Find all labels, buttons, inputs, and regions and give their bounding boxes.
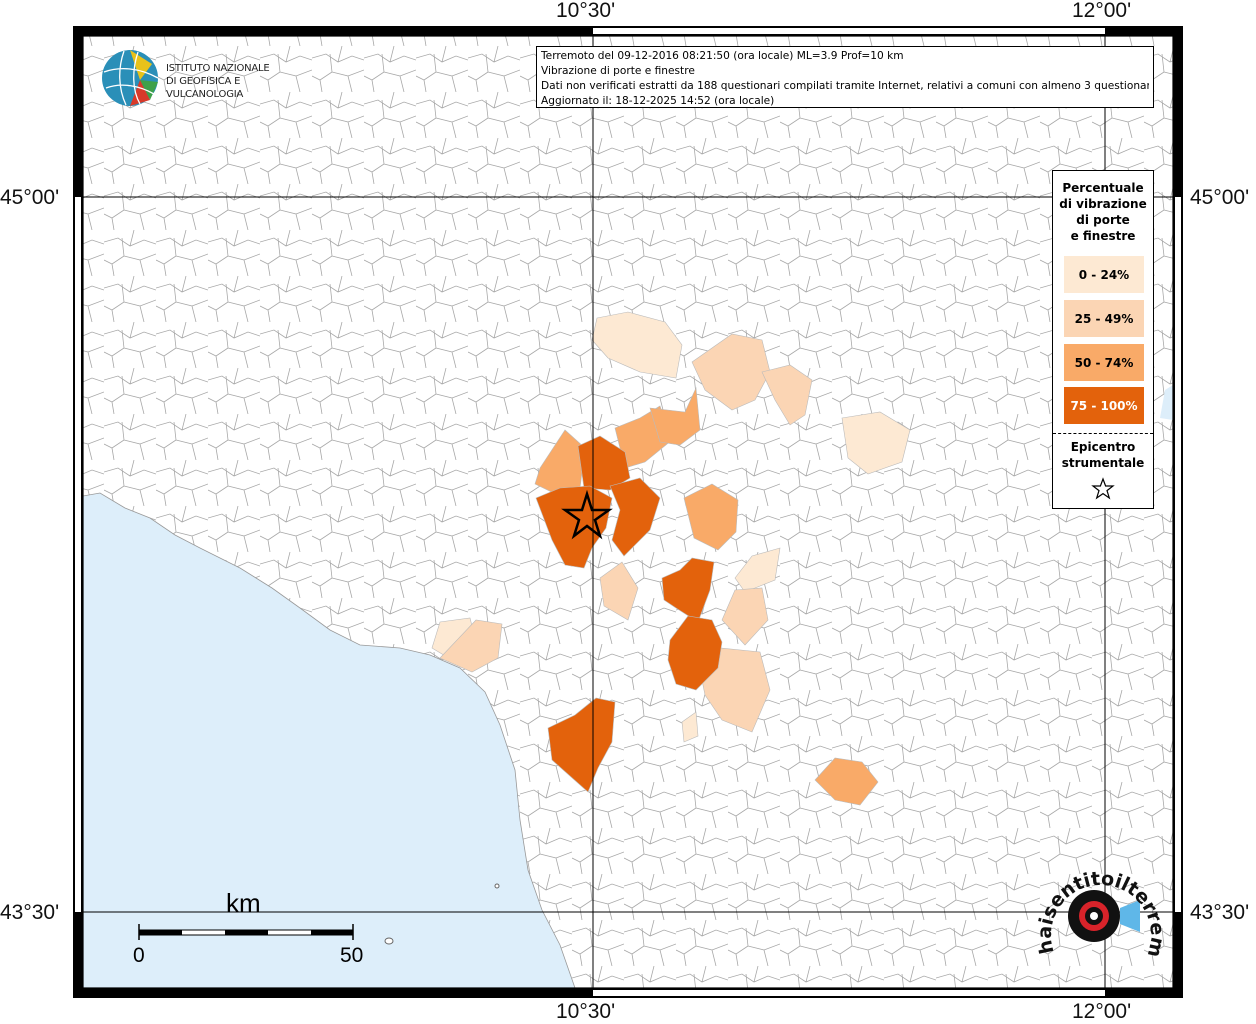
- left-lat-label: 43°30': [0, 901, 60, 924]
- legend-title: Percentuale di vibrazione di porte e fin…: [1059, 181, 1147, 243]
- data-note-line: Dati non verificati estratti da 188 ques…: [541, 80, 1149, 92]
- legend-class-label: 75 - 100%: [1070, 398, 1138, 413]
- right-lat-label: 43°30': [1190, 901, 1250, 924]
- legend-class-25-49: 25 - 49%: [1064, 300, 1144, 337]
- legend-epicenter-label: Epicentro strumentale: [1061, 440, 1145, 470]
- legend-class-75-100: 75 - 100%: [1064, 387, 1144, 424]
- left-lat-label: 45°00': [0, 186, 60, 209]
- logo-line-2: DI GEOFISICA E VULCANOLOGIA: [166, 76, 244, 100]
- bottom-lon-label: 12°00': [1072, 1000, 1132, 1023]
- logo-line-1: ISTITUTO NAZIONALE: [166, 63, 270, 74]
- updated-line: Aggiornato il: 18-12-2025 14:52 (ora loc…: [541, 95, 775, 107]
- star-icon: [1091, 477, 1115, 500]
- top-lon-label: 10°30': [556, 0, 616, 22]
- parameter-line: Vibrazione di porte e finestre: [541, 65, 695, 77]
- legend-class-label: 50 - 74%: [1074, 355, 1134, 370]
- legend-class-label: 25 - 49%: [1074, 311, 1134, 326]
- haisentito-logo: haisentitoilterremoto.it: [1036, 856, 1166, 959]
- legend-class-50-74: 50 - 74%: [1064, 344, 1144, 381]
- scale-end-label: 50: [340, 944, 364, 967]
- bottom-lon-label: 10°30': [556, 1000, 616, 1023]
- legend-class-0-24: 0 - 24%: [1064, 256, 1144, 293]
- scale-start-label: 0: [133, 944, 145, 967]
- ingv-logo: ISTITUTO NAZIONALE DI GEOFISICA E VULCAN…: [100, 48, 310, 108]
- scale-title: km: [226, 888, 261, 918]
- globe-icon: [102, 50, 159, 106]
- event-info-box: Terremoto del 09-12-2016 08:21:50 (ora l…: [536, 46, 1154, 108]
- legend-separator: [1053, 433, 1153, 434]
- right-lat-label: 45°00': [1190, 186, 1250, 209]
- island: [384, 937, 394, 945]
- island: [494, 883, 500, 889]
- top-lon-label: 12°00': [1072, 0, 1132, 22]
- event-line: Terremoto del 09-12-2016 08:21:50 (ora l…: [541, 50, 904, 62]
- legend-class-label: 0 - 24%: [1078, 267, 1130, 282]
- legend: Percentuale di vibrazione di porte e fin…: [1052, 170, 1154, 509]
